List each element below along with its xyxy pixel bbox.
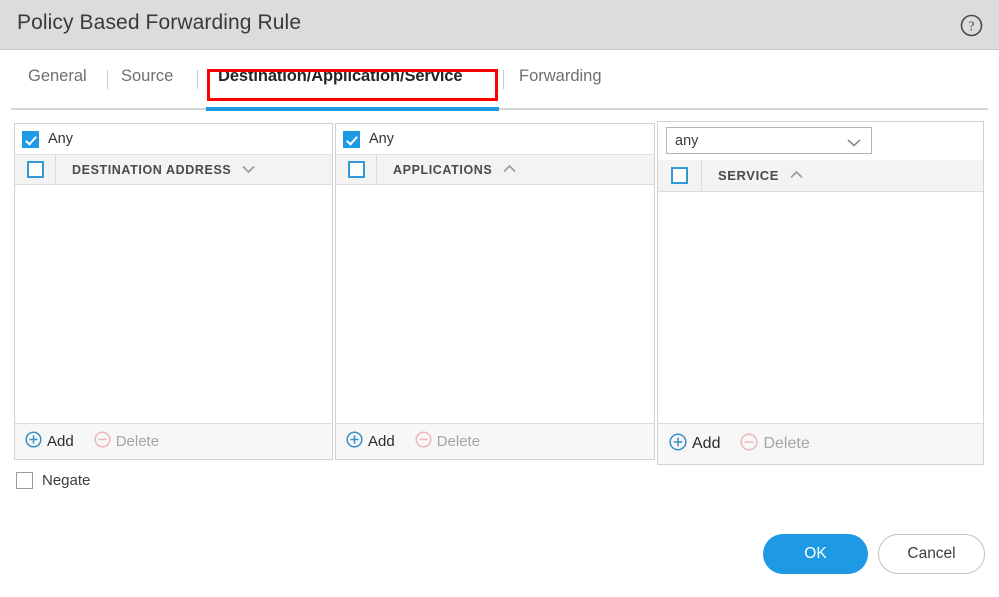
plus-circle-icon [669,432,687,456]
destination-select-all-cell[interactable] [15,155,56,184]
tab-separator [107,70,108,89]
destination-any-checkbox[interactable] [22,130,39,148]
service-footer: Add Delete [658,423,983,464]
applications-footer: Add Delete [336,423,654,459]
applications-delete-label: Delete [436,433,481,450]
destination-any-label: Any [48,131,73,147]
tab-bar: General Source Destination/Application/S… [0,51,999,110]
destination-select-all-checkbox[interactable] [26,161,44,178]
destination-delete-button[interactable]: Delete [94,431,159,452]
tab-separator [197,70,198,89]
destination-add-button[interactable]: Add [25,431,74,452]
ok-button[interactable]: OK [763,534,868,574]
chevron-up-icon[interactable] [502,161,517,179]
tab-source[interactable]: Source [115,63,179,90]
destination-address-footer: Add Delete [15,423,332,459]
service-add-label: Add [692,435,721,452]
applications-column-header: APPLICATIONS [336,155,654,185]
minus-circle-icon [94,431,111,452]
tab-separator [503,70,504,89]
dialog-title: Policy Based Forwarding Rule [17,11,302,34]
service-select[interactable]: any [666,127,872,154]
applications-select-all-cell[interactable] [336,155,377,184]
svg-text:?: ? [969,19,975,34]
applications-any-checkbox[interactable] [343,130,360,148]
active-tab-underline [206,107,499,111]
applications-add-button[interactable]: Add [346,431,395,452]
applications-panel: Any APPLICATIONS Add Delete [335,123,655,460]
applications-delete-button[interactable]: Delete [415,431,480,452]
applications-any-label: Any [369,131,394,147]
service-select-all-cell[interactable] [658,160,702,191]
negate-row[interactable]: Negate [16,472,90,489]
applications-any-row[interactable]: Any [336,124,654,155]
service-header-label: SERVICE [718,168,780,183]
service-delete-label: Delete [763,435,810,452]
help-circle-icon[interactable]: ? [960,14,983,37]
service-select-value: any [675,132,699,149]
negate-label: Negate [42,472,91,489]
applications-add-label: Add [368,433,395,450]
tab-rule-divider [11,108,988,110]
destination-address-header-label: DESTINATION ADDRESS [72,162,232,177]
service-list[interactable] [658,192,983,423]
service-select-row: any [658,122,983,160]
dialog-title-bar: Policy Based Forwarding Rule ? [0,0,999,50]
negate-checkbox[interactable] [16,472,33,489]
cancel-button[interactable]: Cancel [878,534,985,574]
service-select-all-checkbox[interactable] [671,167,688,184]
service-column-header: SERVICE [658,160,983,192]
service-panel: any SERVICE Add Delete [657,121,984,465]
chevron-down-icon[interactable] [241,161,256,179]
destination-address-panel: Any DESTINATION ADDRESS Add Delete [14,123,333,460]
destination-address-list[interactable] [15,185,332,423]
service-add-button[interactable]: Add [669,432,721,456]
destination-address-column-header: DESTINATION ADDRESS [15,155,332,185]
destination-delete-label: Delete [115,433,160,450]
applications-list[interactable] [336,185,654,423]
service-delete-button[interactable]: Delete [740,432,810,456]
tab-destination-application-service[interactable]: Destination/Application/Service [212,63,468,90]
applications-header-label: APPLICATIONS [393,162,493,177]
plus-circle-icon [346,431,363,452]
chevron-down-icon[interactable] [846,135,862,153]
chevron-up-icon[interactable] [789,167,804,185]
applications-select-all-checkbox[interactable] [347,161,365,178]
tab-forwarding[interactable]: Forwarding [513,63,608,90]
tab-general[interactable]: General [22,63,93,90]
plus-circle-icon [25,431,42,452]
destination-add-label: Add [47,433,74,450]
minus-circle-icon [740,432,759,456]
minus-circle-icon [415,431,432,452]
destination-any-row[interactable]: Any [15,124,332,155]
